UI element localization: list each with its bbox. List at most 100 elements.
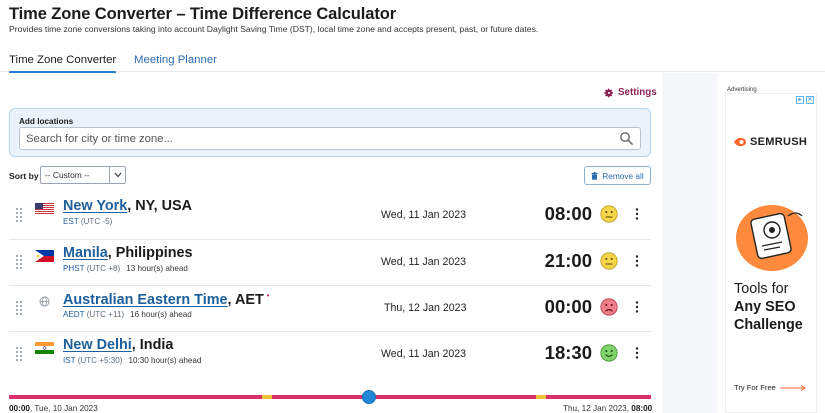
- timeline-end: Thu, 12 Jan 2023, 08:00: [563, 404, 652, 413]
- timezone-offset: (UTC +11): [86, 310, 125, 319]
- location-date: Wed, 11 Jan 2023: [381, 348, 467, 360]
- timezone-info: EST (UTC -5): [63, 217, 112, 226]
- timezone-abbr: PHST: [63, 264, 85, 273]
- timezone-abbr: EST: [63, 217, 79, 226]
- ad-headline-line-3: Challenge: [734, 317, 803, 333]
- remove-all-button[interactable]: Remove all: [584, 166, 651, 185]
- search-box: [19, 127, 641, 150]
- timeline-end-time: 08:00: [631, 404, 653, 413]
- ad-headline-line-2: Any SEO: [734, 299, 796, 315]
- city-region: , Philippines: [107, 245, 193, 261]
- semrush-logo: SEMRUSH: [733, 136, 807, 148]
- location-time: 21:00: [544, 250, 592, 271]
- remove-all-label: Remove all: [602, 170, 644, 181]
- ad-info-icon[interactable]: ▸: [796, 96, 804, 104]
- city-region: , NY, USA: [127, 198, 193, 214]
- settings-button[interactable]: Settings: [604, 87, 657, 98]
- city-name: New York, NY, USA: [63, 198, 192, 214]
- tab-bar: Time Zone Converter Meeting Planner: [0, 52, 825, 74]
- add-locations-label: Add locations: [19, 117, 74, 126]
- city-region: , India: [131, 337, 174, 353]
- timezone-info: IST (UTC +5:30) 10:30 hour(s) ahead: [63, 356, 201, 365]
- settings-label: Settings: [618, 87, 657, 98]
- close-icon[interactable]: ✕: [806, 96, 814, 104]
- ad-illustration: [736, 205, 808, 271]
- timeline-day-segment: [536, 395, 546, 399]
- happy-face-icon: [600, 344, 618, 362]
- drag-handle-icon[interactable]: [15, 254, 23, 270]
- ad-gutter: [662, 73, 717, 413]
- more-options-icon[interactable]: [633, 300, 641, 314]
- search-icon[interactable]: [619, 131, 634, 146]
- us-flag-icon: [35, 203, 54, 215]
- ad-headline: Tools for Any SEO Challenge: [734, 280, 818, 334]
- add-locations-panel: Add locations: [9, 108, 651, 157]
- timezone-info: PHST (UTC +8) 13 hour(s) ahead: [63, 264, 188, 273]
- city-link[interactable]: Australian Eastern Time: [63, 292, 228, 308]
- city-link[interactable]: Manila: [63, 245, 108, 261]
- ph-flag-icon: [35, 250, 54, 262]
- page-title: Time Zone Converter – Time Difference Ca…: [9, 5, 397, 23]
- timezone-abbr: AEDT: [63, 310, 85, 319]
- timezone-info: AEDT (UTC +11) 16 hour(s) ahead: [63, 310, 192, 319]
- flame-icon: [734, 137, 746, 147]
- timezone-offset: (UTC +8): [86, 264, 121, 273]
- globe-icon: [39, 296, 50, 307]
- timeline-start-time: 00:00: [9, 404, 30, 413]
- hour-difference: 10:30 hour(s) ahead: [128, 356, 202, 365]
- tab-time-zone-converter[interactable]: Time Zone Converter: [9, 54, 117, 74]
- chevron-down-icon: [109, 167, 125, 183]
- timezone-marker-icon: •: [266, 291, 270, 300]
- drag-handle-icon[interactable]: [15, 207, 23, 223]
- more-options-icon[interactable]: [633, 346, 641, 360]
- location-date: Wed, 11 Jan 2023: [381, 209, 467, 221]
- location-date: Wed, 11 Jan 2023: [381, 256, 467, 268]
- sort-label: Sort by: [9, 171, 39, 181]
- timeline-end-date: Thu, 12 Jan 2023,: [563, 404, 632, 413]
- location-row-australian-eastern-time: Australian Eastern Time, AET • AEDT (UTC …: [9, 285, 651, 331]
- location-time: 18:30: [544, 342, 592, 363]
- timeline-knob[interactable]: [361, 390, 376, 404]
- timezone-offset: (UTC +5:30): [77, 356, 123, 365]
- drag-handle-icon[interactable]: [15, 346, 23, 362]
- tab-meeting-planner[interactable]: Meeting Planner: [134, 54, 217, 66]
- neutral-face-icon: [600, 252, 618, 270]
- trash-icon: [591, 171, 598, 180]
- neutral-face-icon: [600, 205, 618, 223]
- hour-difference: 13 hour(s) ahead: [126, 264, 188, 273]
- timeline-day-segment: [262, 395, 272, 399]
- sort-select[interactable]: -- Custom --: [40, 166, 126, 184]
- more-options-icon[interactable]: [633, 254, 641, 268]
- ad-headline-line-1: Tools for: [734, 281, 789, 297]
- in-flag-icon: [35, 342, 54, 354]
- hour-difference: 16 hour(s) ahead: [130, 310, 192, 319]
- location-date: Thu, 12 Jan 2023: [384, 302, 467, 314]
- drag-handle-icon[interactable]: [15, 300, 23, 316]
- ad-brand: SEMRUSH: [750, 136, 808, 148]
- timeline-start: 00:00, Tue, 10 Jan 2023: [9, 404, 98, 413]
- search-input[interactable]: [26, 131, 606, 147]
- city-name: Australian Eastern Time, AET •: [63, 291, 270, 308]
- timezone-offset: (UTC -5): [80, 217, 113, 226]
- ad-cta-label: Try For Free: [734, 383, 776, 392]
- more-options-icon[interactable]: [633, 207, 641, 221]
- location-row-manila: Manila, Philippines PHST (UTC +8) 13 hour…: [9, 239, 651, 285]
- sort-selected-value: -- Custom --: [45, 170, 90, 180]
- page: Time Zone Converter – Time Difference Ca…: [0, 0, 825, 413]
- ad-choices[interactable]: ▸ ✕: [796, 96, 814, 104]
- city-name: Manila, Philippines: [63, 245, 193, 261]
- ad-banner[interactable]: ▸ ✕ SEMRUSH Tools for Any SEO Challenge …: [725, 93, 817, 413]
- location-row-new-delhi: New Delhi, India IST (UTC +5:30) 10:30 ho…: [9, 331, 651, 377]
- timeline-slider[interactable]: [9, 390, 651, 404]
- page-subtitle: Provides time zone conversions taking in…: [9, 24, 539, 34]
- arrow-right-icon: [779, 384, 806, 391]
- city-name: New Delhi, India: [63, 337, 173, 353]
- location-time: 00:00: [544, 296, 592, 317]
- sad-face-icon: [600, 298, 618, 316]
- city-link[interactable]: New Delhi: [63, 337, 132, 353]
- timezone-abbr: IST: [63, 356, 76, 365]
- city-link[interactable]: New York: [63, 198, 127, 214]
- ad-cta-button[interactable]: Try For Free: [734, 383, 806, 392]
- gear-icon: [604, 88, 613, 97]
- timeline-start-date: , Tue, 10 Jan 2023: [29, 404, 98, 413]
